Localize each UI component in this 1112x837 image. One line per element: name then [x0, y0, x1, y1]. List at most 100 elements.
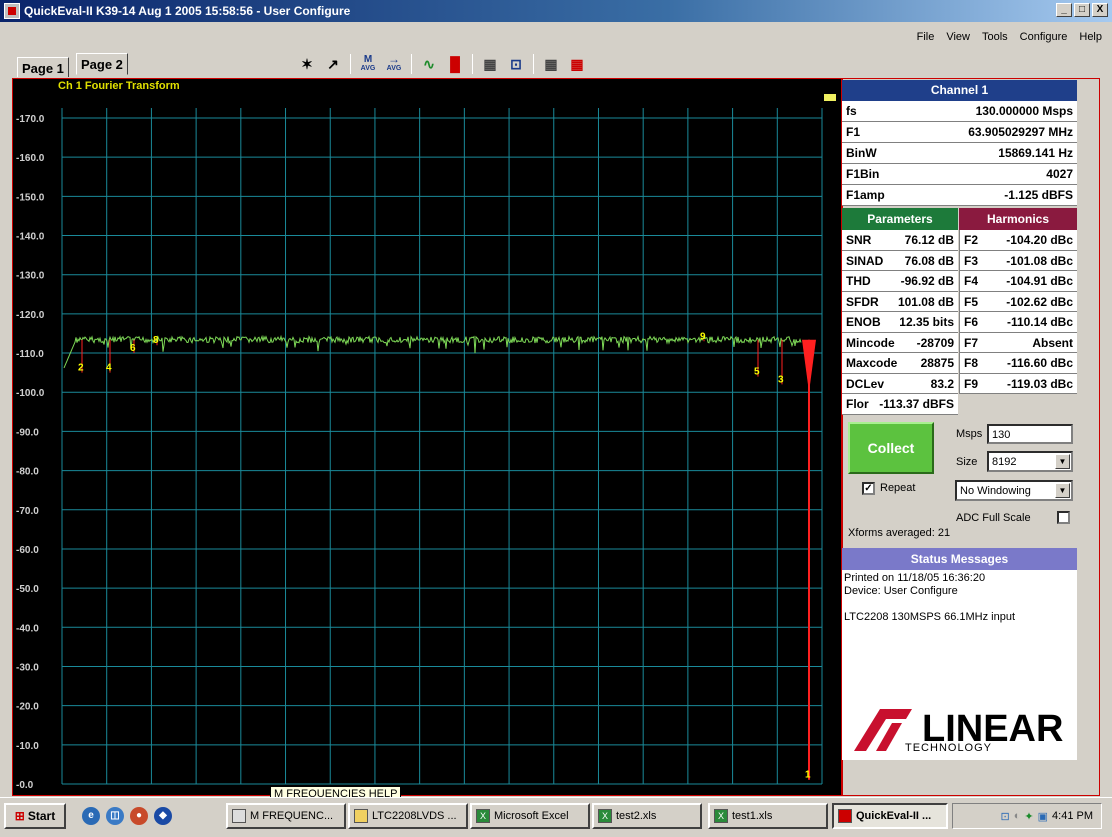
menu-configure[interactable]: Configure [1020, 31, 1068, 43]
monitor-icon[interactable]: ▣ [1038, 810, 1048, 823]
clock: 4:41 PM [1052, 810, 1093, 822]
parameter-name: DCLev [846, 376, 885, 391]
taskbar-item-test1[interactable]: Xtest1.xls [708, 803, 828, 829]
tab-page-2[interactable]: Page 2 [76, 53, 128, 75]
taskbar-item-test2[interactable]: Xtest2.xls [592, 803, 702, 829]
window-title: QuickEval-II K39-14 Aug 1 2005 15:58:56 … [24, 4, 351, 18]
ie-icon[interactable]: e [82, 807, 100, 825]
taskbar-item-label: QuickEval-II ... [856, 810, 932, 822]
spectrum-icon[interactable]: ⊡ [505, 54, 527, 74]
network-icon[interactable]: ⊡ [1001, 810, 1010, 823]
y-tick-label: -110.0 [16, 349, 44, 360]
parameter-name: ENOB [846, 315, 881, 329]
y-tick-label: -150.0 [16, 192, 45, 203]
chevron-down-icon[interactable]: ▼ [1055, 483, 1070, 498]
toolbar: ✶ ↗ M AVG → AVG ∿ ▐▌ ▦ ⊡ ▦ ▦ [296, 53, 588, 74]
harmonic-value: -102.62 dBc [1006, 294, 1073, 309]
menu-view[interactable]: View [946, 31, 970, 43]
status-line: LTC2208 130MSPS 66.1MHz input [844, 611, 1015, 623]
parameter-name: SFDR [846, 294, 879, 309]
menu-help[interactable]: Help [1079, 31, 1102, 43]
harmonic-name: F2 [964, 233, 979, 247]
harmonics-header: Harmonics [959, 208, 1077, 230]
parameters-table: SNR 76.12 dB SINAD 76.08 dB THD -96.92 dB SFDR… [842, 230, 958, 415]
harmonic-value: -116.60 dBc [1006, 356, 1073, 370]
start-button[interactable]: ⊞ Start [4, 803, 66, 829]
waveform-icon[interactable]: ∿ [418, 54, 440, 74]
y-tick-label: -160.0 [16, 153, 45, 164]
toolbar-separator [411, 54, 412, 74]
histogram-icon[interactable]: ▐▌ [444, 54, 466, 74]
parameter-value: 76.12 dB [904, 233, 954, 247]
harmonic-marker-4: 4 [106, 363, 112, 374]
toolbar-separator [533, 54, 534, 74]
config2-icon[interactable]: ▦ [566, 54, 588, 74]
parameter-value: 101.08 dB [897, 294, 954, 309]
harmonic-name: F7 [964, 335, 979, 350]
harmonic-row: F8 -116.60 dBc [960, 353, 1077, 374]
app-launcher-icon[interactable]: ◆ [154, 807, 172, 825]
excel-icon: X [476, 809, 490, 823]
close-button[interactable]: X [1092, 3, 1108, 17]
excel-icon: X [714, 809, 728, 823]
channel-row-f1amp: F1amp -1.125 dBFS [842, 185, 1077, 206]
menu-tools[interactable]: Tools [982, 31, 1008, 43]
chevron-down-icon[interactable]: ▼ [1055, 454, 1070, 469]
app-icon [4, 3, 20, 19]
taskbar-item-quickeval[interactable]: QuickEval-II ... [832, 803, 948, 829]
title-bar: QuickEval-II K39-14 Aug 1 2005 15:58:56 … [0, 0, 1112, 22]
parameter-row: Flor -113.37 dBFS [842, 394, 958, 415]
media-icon[interactable]: ● [130, 807, 148, 825]
adc-full-scale-checkbox[interactable] [1057, 511, 1070, 524]
taskbar-item-folder[interactable]: LTC2208LVDS ... [348, 803, 468, 829]
parameter-value: -28709 [916, 335, 954, 350]
menu-file[interactable]: File [917, 31, 935, 43]
fft-chart[interactable]: -0.0 -10.0 -20.0 -30.0 -40.0 -50.0 -60.0 -70.0 -… [12, 78, 842, 796]
y-tick-label: -100.0 [16, 388, 45, 399]
taskbar-item-label: test2.xls [616, 810, 657, 822]
cursor-icon[interactable]: ↗ [322, 54, 344, 74]
desktop-icon[interactable]: ◫ [106, 807, 124, 825]
harmonic-value: -104.91 dBc [1006, 274, 1073, 288]
adc-full-scale-label: ADC Full Scale [956, 512, 1031, 524]
magic-wand-icon[interactable]: ✶ [296, 54, 318, 74]
channel-row-f1bin: F1Bin 4027 [842, 164, 1077, 185]
taskbar-item-excel[interactable]: X Microsoft Excel [470, 803, 590, 829]
harmonic-value: -104.20 dBc [1006, 233, 1073, 247]
y-tick-label: -30.0 [16, 662, 39, 673]
y-tick-label: -10.0 [16, 741, 39, 752]
arrow-avg-icon[interactable]: → AVG [383, 53, 405, 74]
harmonic-marker-8: 8 [153, 335, 159, 346]
repeat-checkbox[interactable]: ✓ [862, 482, 875, 495]
msps-input[interactable]: 130 [987, 424, 1073, 444]
start-label: Start [27, 809, 56, 823]
m-avg-icon-bottom: AVG [360, 65, 376, 72]
antivirus-icon[interactable]: ◐ [1014, 810, 1021, 822]
harmonic-name: F5 [964, 294, 979, 309]
m-avg-icon[interactable]: M AVG [357, 54, 379, 74]
taskbar-item-label: Microsoft Excel [494, 810, 569, 822]
channel-value: -1.125 dBFS [1004, 188, 1073, 202]
windowing-select[interactable]: No Windowing ▼ [955, 480, 1073, 501]
harmonic-name: F9 [964, 376, 979, 391]
config-icon[interactable]: ▦ [540, 54, 562, 74]
messenger-icon[interactable]: ✦ [1024, 810, 1033, 823]
harmonic-name: F4 [964, 274, 979, 288]
m-avg-icon-top: M [363, 54, 373, 65]
minimize-button[interactable]: _ [1056, 3, 1072, 17]
fft-icon[interactable]: ▦ [479, 54, 501, 74]
harmonic-row: F2 -104.20 dBc [960, 230, 1077, 251]
taskbar-item-help[interactable]: M FREQUENC... [226, 803, 346, 829]
harmonic-value: -101.08 dBc [1006, 253, 1073, 268]
plot-title: Ch 1 Fourier Transform [58, 80, 180, 92]
parameter-name: SNR [846, 233, 872, 247]
logo-subtitle: TECHNOLOGY [905, 742, 993, 754]
taskbar-item-label: M FREQUENC... [250, 810, 334, 822]
status-line: Device: User Configure [844, 585, 958, 597]
parameter-value: 83.2 [930, 376, 954, 391]
size-select[interactable]: 8192 ▼ [987, 451, 1073, 472]
maximize-button[interactable]: □ [1074, 3, 1090, 17]
collect-button[interactable]: Collect [848, 422, 934, 474]
harmonic-row: F3 -101.08 dBc [960, 251, 1077, 271]
tab-page-1[interactable]: Page 1 [17, 57, 69, 77]
